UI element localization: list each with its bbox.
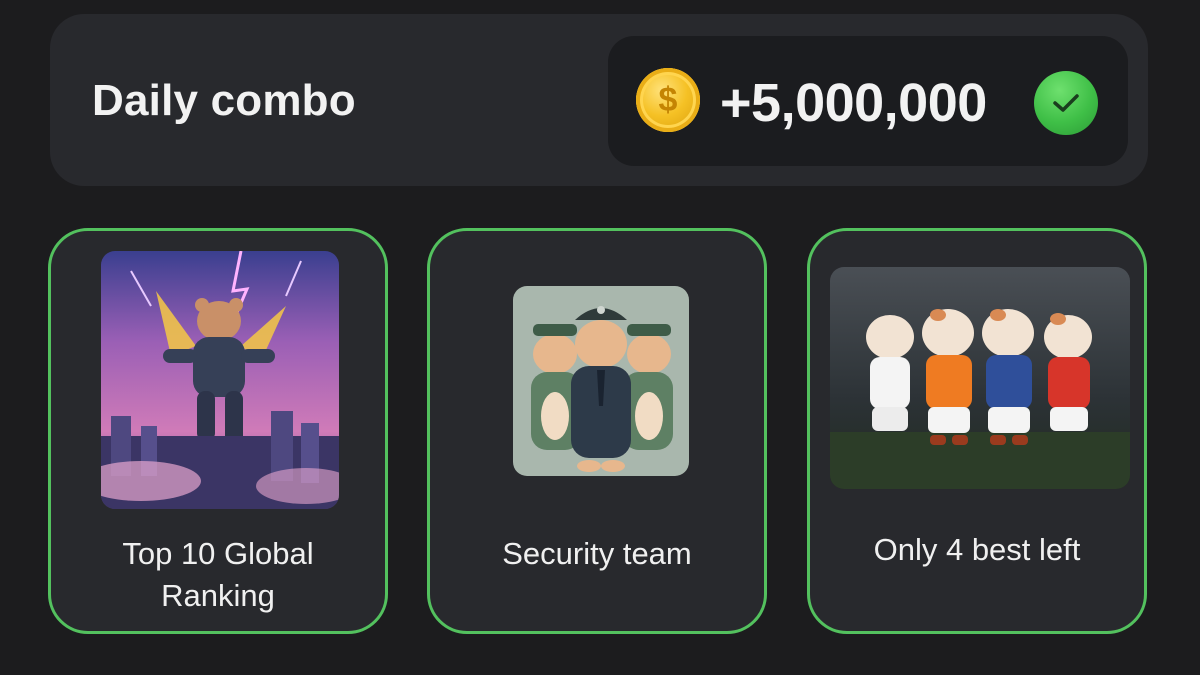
card-label-line-1: Top 10 Global [122, 536, 314, 571]
card-label: Security team [502, 536, 692, 571]
combo-card-only-4-best-left[interactable]: Only 4 best left [807, 228, 1147, 634]
coin-symbol: $ [658, 80, 678, 119]
reward-panel: $ +5,000,000 [608, 36, 1128, 166]
security-team-image [513, 286, 689, 476]
card-label: Only 4 best left [873, 532, 1081, 567]
combo-card-security-team[interactable]: Security team [427, 228, 767, 634]
reward-amount: +5,000,000 [720, 73, 987, 133]
daily-combo-title: Daily combo [92, 76, 356, 125]
dollar-coin-icon: $ [636, 68, 700, 132]
check-circle-icon [1034, 71, 1098, 135]
daily-combo-header: Daily combo $ +5,000,000 [50, 14, 1148, 186]
combo-card-top-10-global-ranking[interactable]: Top 10 Global Ranking [48, 228, 388, 634]
flying-hamster-image [101, 251, 339, 509]
card-label-line-2: Ranking [161, 578, 275, 613]
football-team-image [830, 267, 1130, 489]
